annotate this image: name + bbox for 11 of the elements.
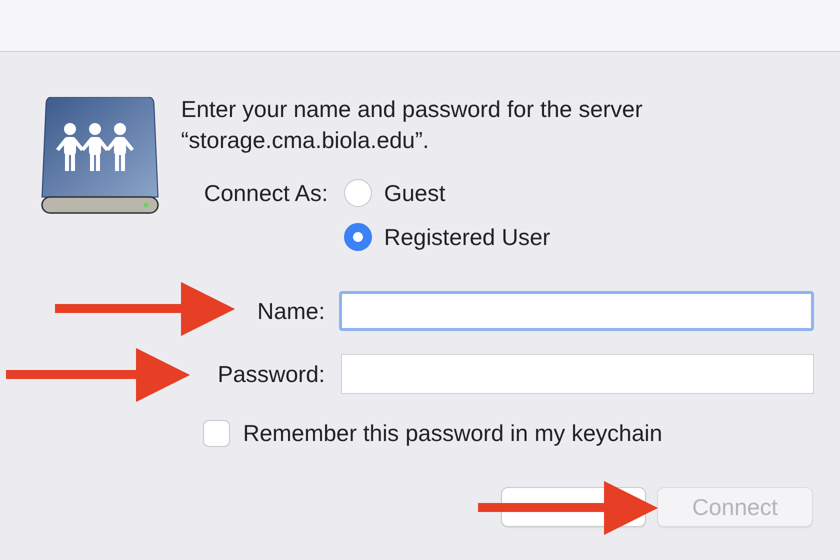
field-label: Name:: [256, 298, 325, 324]
input-field[interactable]: [341, 354, 814, 394]
checkbox-label: Remember this password in my keychain: [243, 420, 662, 447]
radio-option[interactable]: Registered User: [344, 223, 643, 251]
radio-option[interactable]: Guest: [344, 179, 643, 207]
field-label: Password:: [216, 360, 325, 388]
connect-as-label: Connect As:: [202, 180, 328, 206]
input-field[interactable]: [339, 291, 814, 331]
prompt-message: Enter your name and password for the server “storage.cma.biola.edu”.: [181, 95, 643, 155]
checkbox[interactable]: [203, 420, 230, 447]
network-drive-icon: [40, 97, 160, 215]
